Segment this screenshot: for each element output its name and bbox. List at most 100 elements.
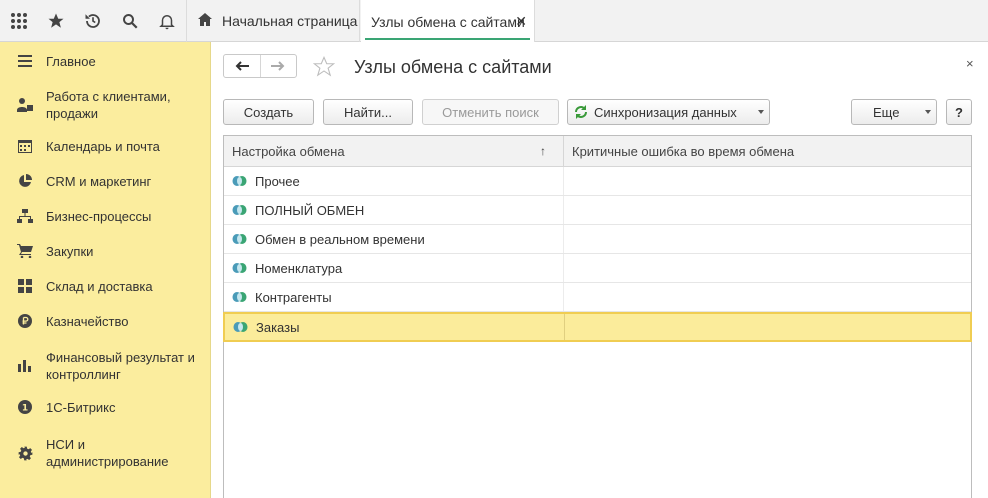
sync-icon — [574, 105, 588, 119]
sync-data-label: Синхронизация данных — [594, 104, 737, 120]
search-icon[interactable] — [111, 0, 148, 42]
exchange-node-icon — [232, 262, 247, 274]
sidebar-item-treasury[interactable]: Казначейство — [0, 312, 211, 330]
sidebar-item-bitrix[interactable]: 1 1С-Битрикс — [0, 398, 211, 416]
sidebar-item-label: Работа с клиентами, продажи — [46, 89, 171, 121]
pie-chart-icon — [17, 173, 33, 189]
sidebar-item-clients-sales[interactable]: Работа с клиентами, продажи — [0, 86, 211, 122]
exchange-node-icon — [232, 175, 247, 187]
sidebar-item-financial-result[interactable]: Финансовый результат и контроллинг — [0, 347, 211, 383]
sidebar-item-label: CRM и маркетинг — [46, 173, 152, 189]
table-row[interactable]: Прочее — [224, 167, 971, 196]
history-icon[interactable] — [74, 0, 111, 42]
sidebar-item-main[interactable]: Главное — [0, 52, 211, 70]
form-exchange-nodes: Узлы обмена с сайтами × Создать Найти...… — [211, 42, 988, 498]
sidebar-item-label: 1С-Битрикс — [46, 399, 116, 415]
table-row[interactable]: Обмен в реальном времени — [224, 225, 971, 254]
tab-home-label: Начальная страница — [222, 13, 358, 29]
sidebar-item-label: Финансовый результат и контроллинг — [46, 350, 195, 382]
find-button-label: Найти... — [344, 104, 392, 120]
sidebar-item-crm[interactable]: CRM и маркетинг — [0, 172, 211, 190]
cancel-search-button[interactable]: Отменить поиск — [422, 99, 559, 125]
sort-ascending-icon: ↑ — [540, 144, 546, 158]
table-cell-name: Прочее — [224, 167, 564, 195]
sync-data-button[interactable]: Синхронизация данных — [567, 99, 770, 125]
table-cell-name: Контрагенты — [224, 283, 564, 311]
exchange-nodes-table[interactable]: Настройка обмена ↑ Критичные ошибка во в… — [223, 135, 972, 498]
tab-active-underline — [365, 38, 530, 40]
hierarchy-icon — [17, 208, 33, 224]
table-row[interactable]: ПОЛНЫЙ ОБМЕН — [224, 196, 971, 225]
exchange-node-icon — [233, 321, 248, 333]
cart-icon — [17, 243, 33, 259]
sidebar-item-label: Календарь и почта — [46, 138, 160, 154]
sidebar-item-label: Закупки — [46, 243, 94, 259]
find-button[interactable]: Найти... — [323, 99, 413, 125]
favorite-star-icon[interactable] — [312, 55, 336, 80]
table-row-selected[interactable]: Заказы — [223, 312, 972, 342]
sidebar-item-label: Склад и доставка — [46, 278, 153, 294]
sidebar-item-purchases[interactable]: Закупки — [0, 242, 211, 260]
bitrix-icon: 1 — [17, 399, 33, 415]
column-header-label: Критичные ошибка во время обмена — [572, 144, 795, 159]
nav-buttons — [223, 54, 297, 78]
create-button[interactable]: Создать — [223, 99, 314, 125]
tab-close-icon[interactable]: ✕ — [515, 13, 527, 30]
star-icon[interactable] — [37, 0, 74, 42]
row-name: Заказы — [256, 319, 300, 335]
sidebar-item-warehouse[interactable]: Склад и доставка — [0, 277, 211, 295]
sidebar-item-calendar[interactable]: Календарь и почта — [0, 137, 211, 155]
back-button[interactable] — [224, 55, 260, 77]
sidebar-item-business-processes[interactable]: Бизнес-процессы — [0, 207, 211, 225]
dropdown-arrow-icon — [925, 110, 931, 114]
sidebar-item-label: НСИ и администрирование — [46, 437, 169, 469]
row-name: Номенклатура — [255, 260, 343, 276]
bar-chart-icon — [17, 358, 33, 374]
row-name: Прочее — [255, 173, 300, 189]
table-cell-name: ПОЛНЫЙ ОБМЕН — [224, 196, 564, 224]
home-icon — [198, 13, 212, 29]
arrow-right-icon — [271, 61, 285, 71]
svg-text:1: 1 — [22, 404, 28, 414]
tab-exchange-nodes[interactable]: Узлы обмена с сайтами ✕ — [361, 0, 535, 43]
arrow-left-icon — [235, 61, 249, 71]
exchange-node-icon — [232, 204, 247, 216]
column-header-critical-errors[interactable]: Критичные ошибка во время обмена — [564, 136, 971, 167]
apps-grid-icon[interactable] — [0, 0, 37, 42]
table-row[interactable]: Контрагенты — [224, 283, 971, 312]
table-cell-errors — [564, 196, 971, 224]
row-name: Контрагенты — [255, 289, 332, 305]
forward-button[interactable] — [259, 55, 297, 77]
table-cell-errors — [564, 225, 971, 253]
cancel-search-label: Отменить поиск — [442, 104, 539, 120]
table-header: Настройка обмена ↑ Критичные ошибка во в… — [224, 136, 971, 167]
row-name: ПОЛНЫЙ ОБМЕН — [255, 202, 365, 218]
help-button[interactable]: ? — [946, 99, 972, 125]
close-form-button[interactable]: × — [966, 56, 974, 71]
calendar-icon — [17, 138, 33, 154]
tab-home[interactable]: Начальная страница — [186, 0, 360, 42]
warehouse-grid-icon — [17, 278, 33, 294]
more-button[interactable]: Еще — [851, 99, 937, 125]
table-cell-errors — [564, 167, 971, 195]
page-title: Узлы обмена с сайтами — [354, 57, 552, 77]
table-cell-name: Номенклатура — [224, 254, 564, 282]
create-button-label: Создать — [243, 104, 294, 120]
exchange-node-icon — [232, 233, 247, 245]
menu-lines-icon — [17, 53, 33, 69]
table-row[interactable]: Номенклатура — [224, 254, 971, 283]
row-name: Обмен в реальном времени — [255, 231, 425, 247]
table-cell-name: Обмен в реальном времени — [224, 225, 564, 253]
exchange-node-icon — [232, 291, 247, 303]
help-button-label: ? — [955, 104, 963, 120]
bell-icon[interactable] — [148, 0, 185, 42]
dropdown-arrow-icon — [758, 110, 764, 114]
more-button-label: Еще — [873, 104, 900, 120]
sidebar-item-label: Главное — [46, 53, 96, 69]
column-header-label: Настройка обмена — [232, 144, 345, 159]
column-header-exchange-setting[interactable]: Настройка обмена — [224, 136, 564, 167]
sidebar-item-label: Казначейство — [46, 313, 129, 329]
sidebar-item-nsi-admin[interactable]: НСИ и администрирование — [0, 434, 211, 470]
sidebar: Главное Работа с клиентами, продажи Кале… — [0, 42, 211, 498]
table-cell-errors — [565, 314, 972, 340]
